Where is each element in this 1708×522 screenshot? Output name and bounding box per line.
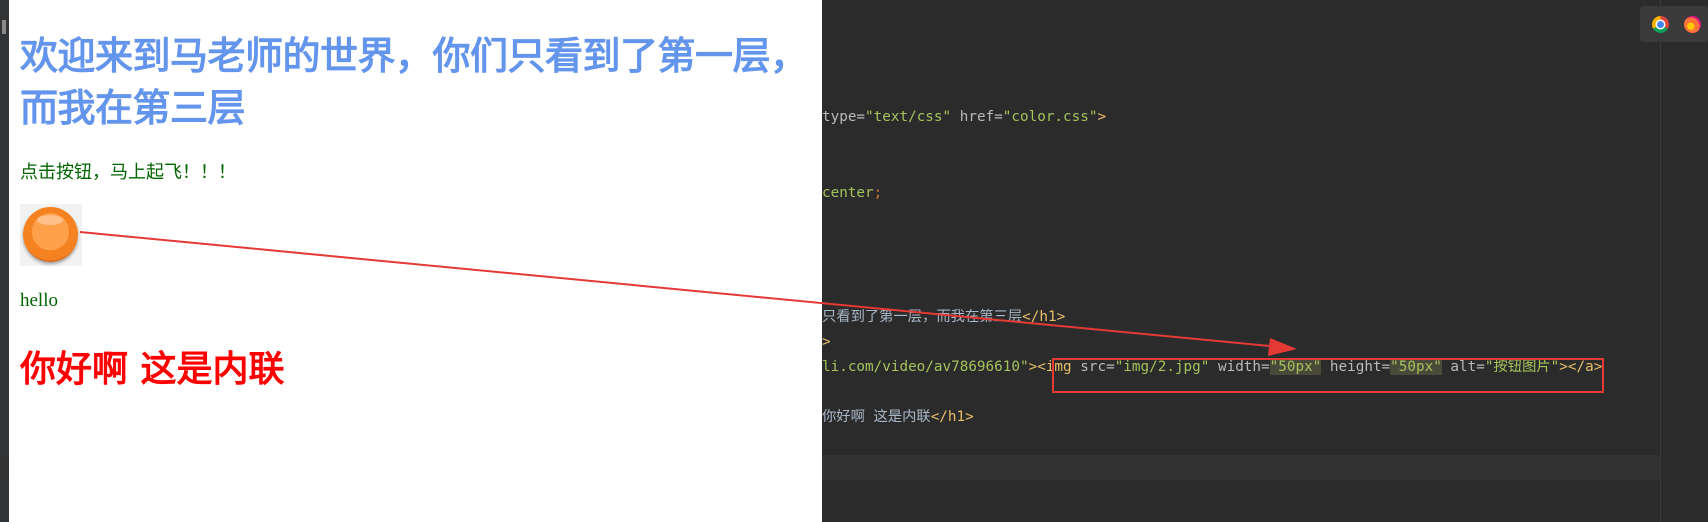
code-line-link-tag[interactable]: type="text/css" href="color.css">: [822, 108, 1106, 126]
browser-page: 欢迎来到马老师的世界，你们只看到了第一层，而我在第三层 点击按钮，马上起飞！！！…: [9, 0, 822, 522]
button-image-link[interactable]: [20, 204, 82, 266]
inline-style-heading: 你好啊 这是内联: [20, 349, 285, 390]
code-line-css-center[interactable]: center;: [822, 184, 882, 202]
annotation-highlight-box: [1052, 358, 1604, 393]
right-margin-guide: [1660, 0, 1661, 522]
hello-text: hello: [20, 290, 58, 311]
firefox-icon[interactable]: [1684, 16, 1701, 33]
orange-button-image: [23, 207, 78, 262]
editor-gutter: [0, 0, 9, 522]
browser-preview-icons: [1640, 6, 1708, 42]
page-heading: 欢迎来到马老师的世界，你们只看到了第一层，而我在第三层: [20, 34, 808, 130]
chrome-icon[interactable]: [1652, 16, 1669, 33]
gutter-marker: [2, 20, 6, 34]
code-line-p-close[interactable]: >: [822, 333, 831, 351]
code-line-inline-h1[interactable]: 你好啊 这是内联</h1>: [822, 408, 974, 426]
page-paragraph: 点击按钮，马上起飞！！！: [20, 162, 236, 183]
code-line-h1-close[interactable]: 只看到了第一层，而我在第三层</h1>: [822, 308, 1065, 326]
